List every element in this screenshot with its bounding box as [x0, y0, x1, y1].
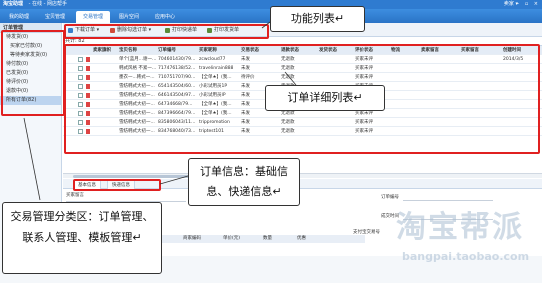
callout-order-info: 订单信息：基础信息、快递信息↵	[188, 158, 300, 206]
callout-order-detail-list: 订单详细列表↵	[265, 85, 385, 111]
callout-function-list: 功能列表↵	[270, 6, 365, 32]
callout-trade-category: 交易管理分类区：订单管理、联系人管理、模板管理↵	[2, 202, 162, 274]
